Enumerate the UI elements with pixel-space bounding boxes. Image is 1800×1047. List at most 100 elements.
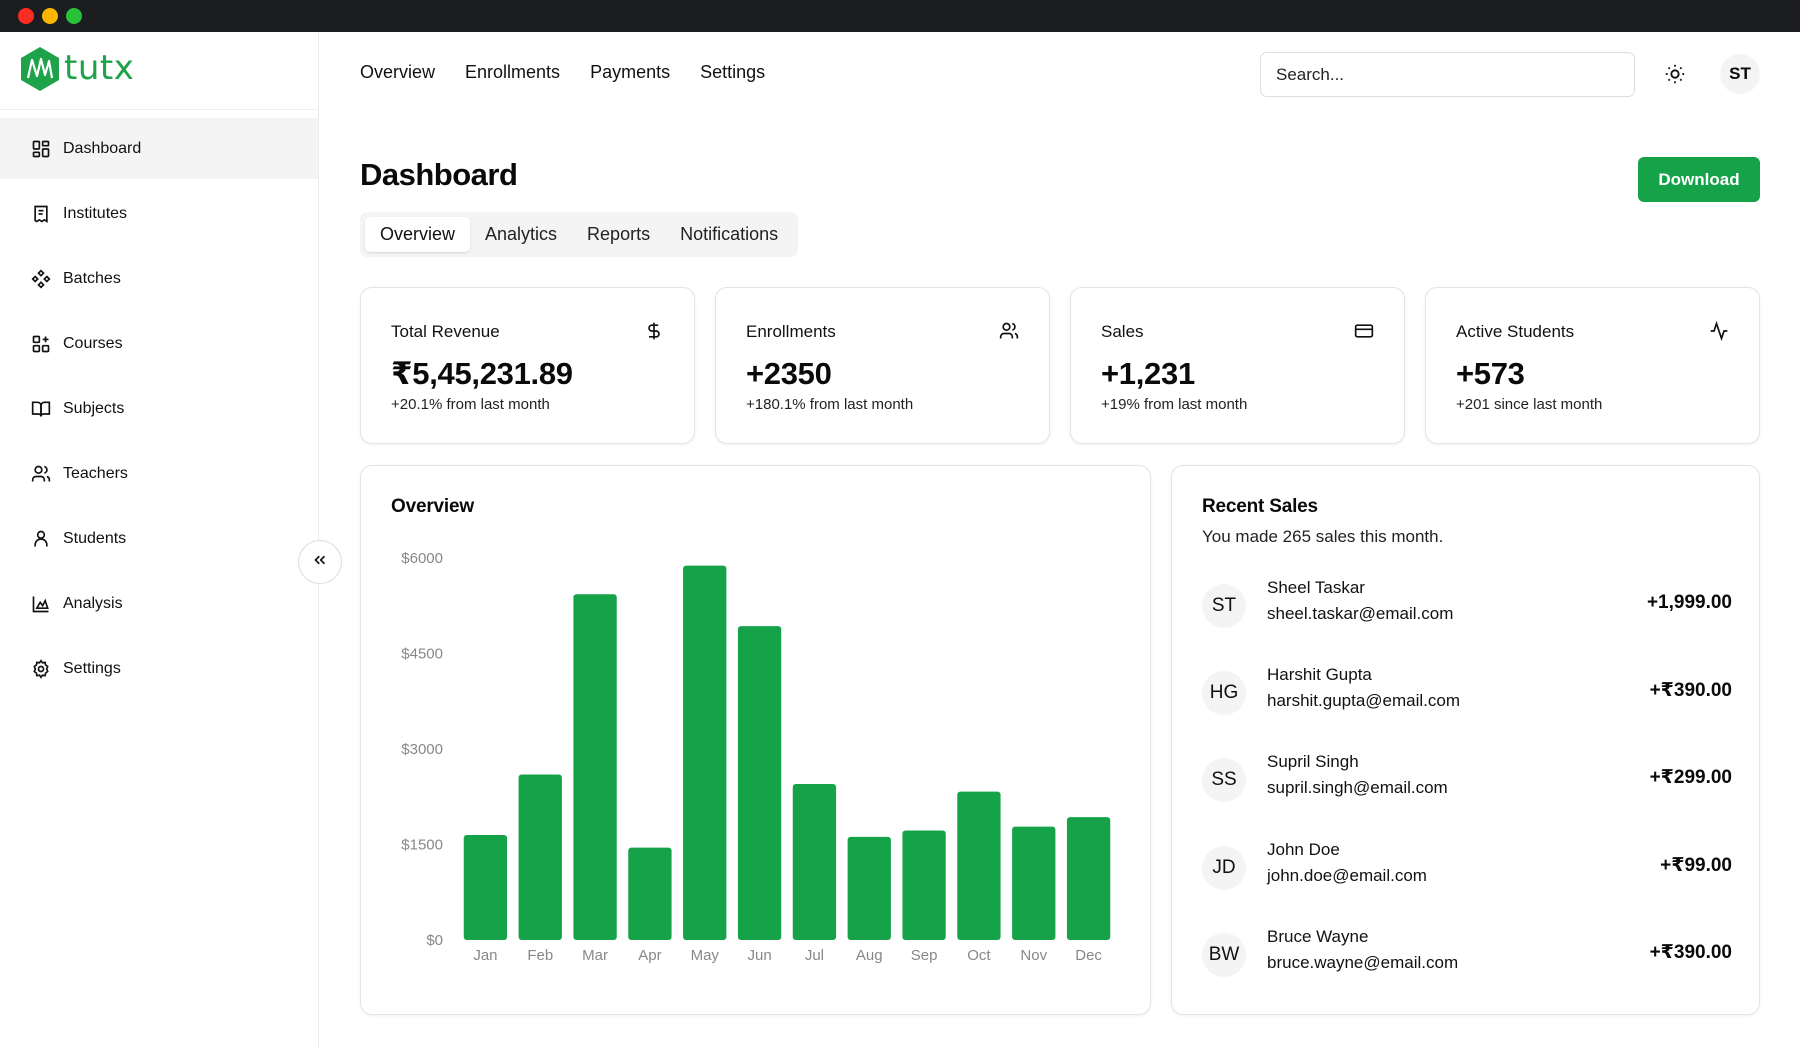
stat-card-active-students: Active Students +573 +201 since last mon… xyxy=(1425,287,1760,444)
bar-jul[interactable] xyxy=(792,784,837,940)
customer-name: Bruce Wayne xyxy=(1267,927,1369,946)
sidebar-item-subjects[interactable]: Subjects xyxy=(0,378,318,439)
logo-mark-icon xyxy=(18,45,62,98)
avatar: ST xyxy=(1202,584,1246,628)
download-button[interactable]: Download xyxy=(1638,157,1760,202)
x-tick-label: Nov xyxy=(1020,947,1047,964)
tab-analytics[interactable]: Analytics xyxy=(470,217,572,252)
y-tick-label: $0 xyxy=(426,932,443,949)
bar-apr[interactable] xyxy=(628,847,672,940)
sidebar-nav: Dashboard Institutes Batches Courses Sub… xyxy=(0,118,318,703)
stat-value: +573 xyxy=(1456,356,1525,391)
sidebar-item-teachers[interactable]: Teachers xyxy=(0,443,318,504)
theme-toggle-sun-icon[interactable] xyxy=(1664,63,1686,90)
x-tick-label: Oct xyxy=(967,947,991,964)
avatar: HG xyxy=(1202,671,1246,715)
sidebar-item-label: Dashboard xyxy=(63,139,142,157)
logo[interactable]: tutx xyxy=(0,32,318,110)
sidebar-item-students[interactable]: Students xyxy=(0,508,318,569)
stat-change: +201 since last month xyxy=(1456,396,1603,413)
customer-email: sheel.taskar@email.com xyxy=(1267,604,1454,623)
x-tick-label: Aug xyxy=(856,947,883,964)
customer-name: Supril Singh xyxy=(1267,752,1359,771)
customer-name: John Doe xyxy=(1267,840,1340,859)
list-item[interactable]: SS Supril Singh supril.singh@email.com +… xyxy=(1202,752,1732,812)
recent-sales-subtitle: You made 265 sales this month. xyxy=(1202,527,1444,546)
minimize-window-button[interactable] xyxy=(42,8,58,24)
sidebar: tutx Dashboard Institutes Batches Course… xyxy=(0,32,319,1047)
bar-mar[interactable] xyxy=(573,594,617,940)
sidebar-item-institutes[interactable]: Institutes xyxy=(0,183,318,244)
activity-icon xyxy=(1709,320,1729,346)
sidebar-item-settings[interactable]: Settings xyxy=(0,638,318,699)
customer-email: harshit.gupta@email.com xyxy=(1267,691,1461,710)
logo-text: tutx xyxy=(64,48,135,88)
sidebar-item-label: Courses xyxy=(63,334,123,352)
components-icon xyxy=(31,268,51,289)
recent-sales-title: Recent Sales xyxy=(1202,496,1318,517)
area-chart-icon xyxy=(31,594,51,614)
list-item[interactable]: ST Sheel Taskar sheel.taskar@email.com +… xyxy=(1202,578,1732,638)
y-tick-label: $3000 xyxy=(401,741,443,758)
y-tick-label: $1500 xyxy=(401,837,443,854)
tab-notifications[interactable]: Notifications xyxy=(665,217,793,252)
topnav-payments[interactable]: Payments xyxy=(590,62,670,83)
bar-jun[interactable] xyxy=(737,626,782,940)
stat-label: Enrollments xyxy=(746,322,836,341)
stat-label: Active Students xyxy=(1456,322,1575,341)
sale-amount: +₹390.00 xyxy=(1649,680,1732,701)
sidebar-item-analysis[interactable]: Analysis xyxy=(0,573,318,634)
bar-aug[interactable] xyxy=(847,836,891,940)
customer-email: bruce.wayne@email.com xyxy=(1267,953,1459,972)
grid-plus-icon xyxy=(31,334,51,354)
stat-card-sales: Sales +1,231 +19% from last month xyxy=(1070,287,1405,444)
page-title: Dashboard xyxy=(360,157,518,192)
list-item[interactable]: JD John Doe john.doe@email.com +₹99.00 xyxy=(1202,840,1732,900)
stat-value: +1,231 xyxy=(1101,356,1195,391)
x-tick-label: Dec xyxy=(1075,947,1102,964)
bar-jan[interactable] xyxy=(463,834,508,940)
bar-sep[interactable] xyxy=(902,830,946,940)
sidebar-item-batches[interactable]: Batches xyxy=(0,248,318,309)
avatar: JD xyxy=(1202,846,1246,890)
stat-change: +20.1% from last month xyxy=(391,396,550,413)
gear-icon xyxy=(31,658,51,679)
sidebar-item-label: Students xyxy=(63,529,127,547)
stat-card-enrollments: Enrollments +2350 +180.1% from last mont… xyxy=(715,287,1050,444)
topnav-settings[interactable]: Settings xyxy=(700,62,765,83)
users-icon xyxy=(31,464,51,484)
x-tick-label: Jul xyxy=(805,947,824,964)
bar-nov[interactable] xyxy=(1012,826,1056,940)
topnav-overview[interactable]: Overview xyxy=(360,62,435,83)
list-item[interactable]: BW Bruce Wayne bruce.wayne@email.com +₹3… xyxy=(1202,927,1732,987)
bar-feb[interactable] xyxy=(518,774,562,940)
sale-amount: +1,999.00 xyxy=(1646,592,1732,613)
bar-oct[interactable] xyxy=(957,791,1001,940)
customer-email: supril.singh@email.com xyxy=(1267,778,1448,797)
credit-card-icon xyxy=(1354,321,1374,346)
collapse-sidebar-button[interactable] xyxy=(298,540,342,584)
bar-dec[interactable] xyxy=(1066,817,1111,940)
sidebar-item-courses[interactable]: Courses xyxy=(0,313,318,374)
search-input[interactable] xyxy=(1260,52,1635,97)
sidebar-item-label: Batches xyxy=(63,269,121,287)
book-open-icon xyxy=(31,399,51,419)
users-icon xyxy=(999,321,1019,346)
close-window-button[interactable] xyxy=(18,8,34,24)
tab-overview[interactable]: Overview xyxy=(365,217,471,252)
maximize-window-button[interactable] xyxy=(66,8,82,24)
sidebar-item-label: Teachers xyxy=(63,464,128,482)
avatar: BW xyxy=(1202,933,1246,977)
tab-reports[interactable]: Reports xyxy=(572,217,665,252)
bar-may[interactable] xyxy=(683,565,727,940)
layout-dashboard-icon xyxy=(31,139,51,159)
user-avatar[interactable]: ST xyxy=(1720,54,1760,94)
x-tick-label: Mar xyxy=(582,947,608,964)
sale-amount: +₹390.00 xyxy=(1649,942,1732,963)
list-item[interactable]: HG Harshit Gupta harshit.gupta@email.com… xyxy=(1202,665,1732,725)
topnav-enrollments[interactable]: Enrollments xyxy=(465,62,560,83)
customer-name: Sheel Taskar xyxy=(1267,578,1365,597)
stat-label: Sales xyxy=(1101,322,1144,341)
sidebar-item-dashboard[interactable]: Dashboard xyxy=(0,118,318,179)
top-nav: Overview Enrollments Payments Settings xyxy=(360,62,795,83)
